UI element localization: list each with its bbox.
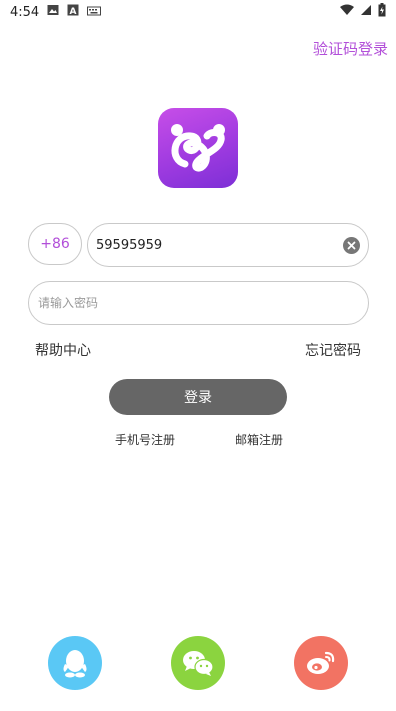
password-input[interactable]: [38, 296, 338, 310]
signal-icon: [360, 4, 372, 20]
qq-icon: [63, 650, 87, 678]
wechat-login-button[interactable]: [171, 636, 225, 690]
keyboard-icon: [87, 5, 102, 20]
forgot-password-link[interactable]: 忘记密码: [305, 340, 361, 360]
phone-field[interactable]: [87, 223, 369, 267]
weibo-icon: [307, 651, 335, 674]
help-center-link[interactable]: 帮助中心: [35, 340, 91, 360]
image-icon: [47, 4, 59, 20]
phone-input[interactable]: [96, 237, 326, 253]
app-logo-icon: [158, 108, 238, 188]
status-bar: 4:54 A: [0, 0, 396, 24]
country-code-selector[interactable]: +86: [28, 223, 82, 265]
text-a-icon: A: [67, 4, 79, 20]
qq-login-button[interactable]: [48, 636, 102, 690]
phone-register-link[interactable]: 手机号注册: [115, 431, 175, 448]
svg-text:A: A: [70, 7, 77, 16]
password-field[interactable]: [28, 281, 369, 325]
status-left: 4:54 A: [0, 4, 102, 20]
weibo-login-button[interactable]: [294, 636, 348, 690]
wechat-icon: [183, 651, 214, 676]
clear-icon[interactable]: [343, 237, 360, 254]
status-time: 4:54: [10, 4, 40, 20]
battery-charging-icon: [378, 3, 386, 21]
status-right: [340, 3, 396, 21]
wifi-icon: [340, 4, 354, 20]
code-login-link[interactable]: 验证码登录: [313, 38, 388, 59]
login-button[interactable]: 登录: [109, 379, 287, 415]
email-register-link[interactable]: 邮箱注册: [235, 431, 283, 448]
